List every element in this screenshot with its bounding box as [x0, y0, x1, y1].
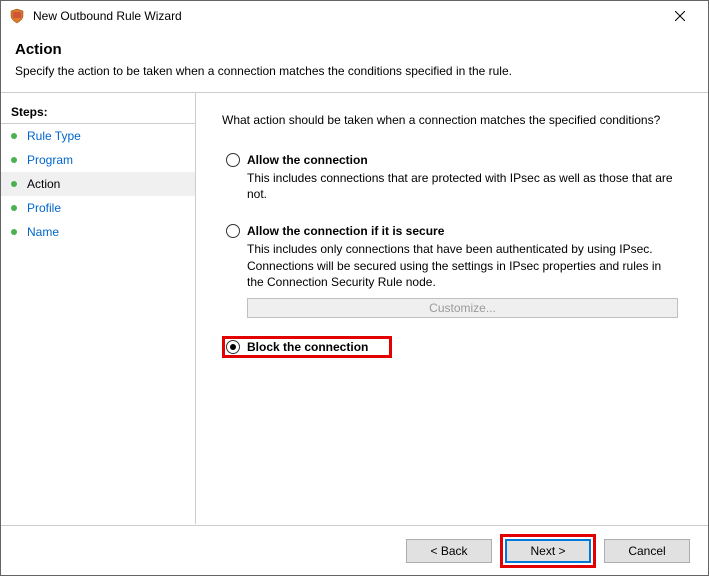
- customize-button: Customize...: [247, 298, 678, 318]
- step-bullet-icon: [11, 205, 17, 211]
- sidebar-item-label: Action: [27, 177, 60, 191]
- close-button[interactable]: [660, 2, 700, 30]
- highlight-next-button: Next >: [500, 534, 596, 568]
- step-bullet-icon: [11, 181, 17, 187]
- option-allow-title: Allow the connection: [247, 153, 368, 167]
- sidebar-item-label: Profile: [27, 201, 61, 215]
- steps-sidebar: Steps: Rule Type Program Action Profile …: [1, 93, 196, 524]
- wizard-body: Steps: Rule Type Program Action Profile …: [1, 93, 708, 524]
- step-bullet-icon: [11, 229, 17, 235]
- option-allow-secure[interactable]: Allow the connection if it is secure Thi…: [222, 220, 682, 322]
- option-allow[interactable]: Allow the connection This includes conne…: [222, 149, 682, 206]
- sidebar-item-label: Name: [27, 225, 59, 239]
- radio-allow-secure[interactable]: [226, 224, 240, 238]
- steps-heading: Steps:: [1, 101, 195, 124]
- radio-allow[interactable]: [226, 153, 240, 167]
- sidebar-item-rule-type[interactable]: Rule Type: [1, 124, 195, 148]
- option-allow-secure-title: Allow the connection if it is secure: [247, 224, 444, 238]
- step-bullet-icon: [11, 157, 17, 163]
- wizard-header: Action Specify the action to be taken wh…: [1, 31, 708, 92]
- cancel-button[interactable]: Cancel: [604, 539, 690, 563]
- window-title: New Outbound Rule Wizard: [33, 9, 660, 23]
- sidebar-item-label: Rule Type: [27, 129, 81, 143]
- titlebar: New Outbound Rule Wizard: [1, 1, 708, 31]
- option-allow-secure-desc: This includes only connections that have…: [247, 241, 678, 290]
- firewall-icon: [9, 8, 25, 24]
- back-button[interactable]: < Back: [406, 539, 492, 563]
- option-allow-desc: This includes connections that are prote…: [247, 170, 678, 202]
- wizard-footer: < Back Next > Cancel: [1, 525, 708, 575]
- sidebar-item-profile[interactable]: Profile: [1, 196, 195, 220]
- sidebar-item-program[interactable]: Program: [1, 148, 195, 172]
- page-subtitle: Specify the action to be taken when a co…: [15, 64, 694, 78]
- option-block[interactable]: Block the connection: [222, 336, 392, 358]
- next-button[interactable]: Next >: [505, 539, 591, 563]
- page-title: Action: [15, 41, 694, 58]
- step-bullet-icon: [11, 133, 17, 139]
- radio-block[interactable]: [226, 340, 240, 354]
- sidebar-item-action[interactable]: Action: [1, 172, 195, 196]
- sidebar-item-label: Program: [27, 153, 73, 167]
- sidebar-item-name[interactable]: Name: [1, 220, 195, 244]
- wizard-main: What action should be taken when a conne…: [196, 93, 708, 524]
- action-prompt: What action should be taken when a conne…: [222, 113, 682, 127]
- option-block-title: Block the connection: [247, 340, 368, 354]
